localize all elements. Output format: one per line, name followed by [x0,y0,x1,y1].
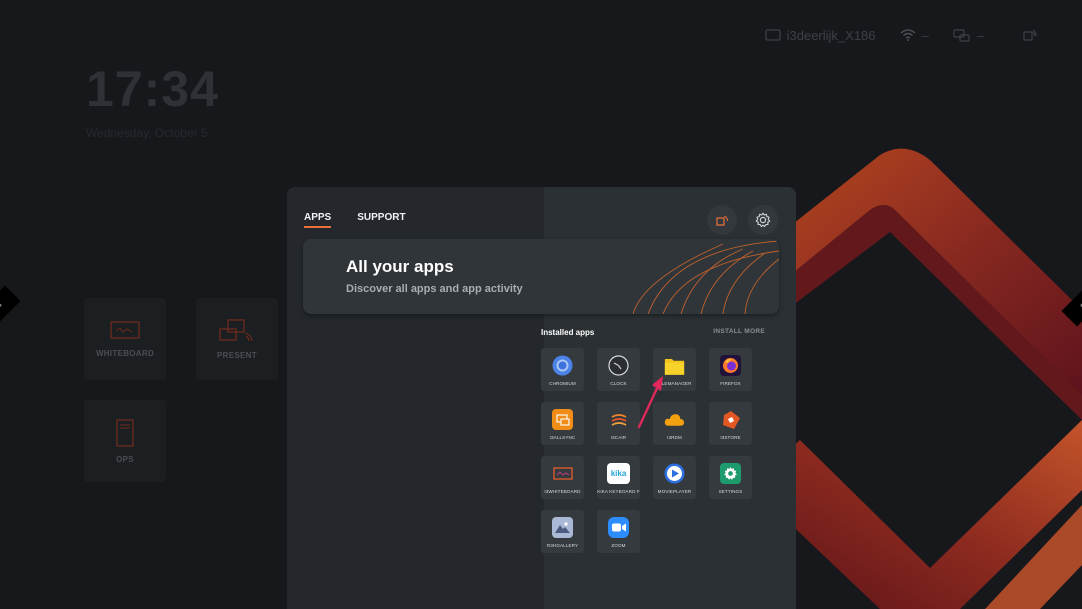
hero-subtitle: Discover all apps and app activity [346,283,523,295]
app-label: I3WHITEBOARD [544,489,581,494]
app-label: KIKA KEYBOARD F [597,489,640,494]
hero-title: All your apps [346,257,454,276]
present-icon [219,318,253,341]
settings-gear-icon [720,463,741,484]
store-icon [720,409,741,430]
device-info[interactable]: i3deerlijk_X186 [764,27,876,43]
app-tile-i3store[interactable]: I3STORE [709,402,752,445]
folder-icon [664,355,685,376]
app-tile-firefox[interactable]: FIREFOX [709,348,752,391]
cast-status[interactable] [1022,28,1038,42]
cast-icon [716,215,729,226]
app-tile-settings[interactable]: SETTINGS [709,456,752,499]
app-label: ZOOM [611,543,626,548]
installed-apps-heading: Installed apps [541,328,595,337]
app-label: I3ALLSYNC [549,435,576,440]
clock-icon [608,355,629,376]
app-tile-zoom[interactable]: ZOOM [597,510,640,553]
tab-support[interactable]: SUPPORT [357,212,405,228]
home-tile-present[interactable]: PRESENT [196,298,278,380]
firefox-icon [720,355,741,376]
screen-share-button[interactable] [707,205,737,235]
device-name: i3deerlijk_X186 [786,27,876,43]
app-tile-kika-keyboard[interactable]: kika KIKA KEYBOARD F [597,456,640,499]
app-tile-i3whiteboard[interactable]: I3WHITEBOARD [541,456,584,499]
cair-icon [608,409,629,430]
app-label: I3STORE [720,435,741,440]
ops-icon [116,418,134,447]
kika-icon-text: kika [610,469,627,478]
annotation-arrow-icon [637,376,663,429]
home-tile-label: PRESENT [217,350,257,360]
gallery-icon [552,517,573,538]
clock-time: 17:34 [86,61,219,117]
wifi-value: – [921,27,929,43]
home-tile-ops[interactable]: OPS [84,400,166,482]
whiteboard-icon [110,320,140,339]
app-label: SETTINGS [718,489,743,494]
home-tile-label: OPS [116,454,134,464]
app-label: FIREFOX [720,381,741,386]
wifi-icon [900,29,916,41]
app-label: MOVIEPLAYER [657,489,692,494]
app-tile-i3cair[interactable]: I3CAIR [597,402,640,445]
tab-apps[interactable]: APPS [304,212,332,228]
network-icon [953,28,970,42]
app-label: CLOCK [610,381,627,386]
network-value: – [976,27,984,43]
app-label: I3RDM [667,435,682,440]
network-status[interactable]: – [953,28,984,43]
play-icon [664,463,685,484]
apps-panel: APPS SUPPORT All your apps Discover all … [287,187,796,609]
display-icon [764,29,781,41]
wifi-status[interactable]: – [900,28,929,43]
home-tile-label: WHITEBOARD [95,348,155,358]
home-tile-whiteboard[interactable]: WHITEBOARD [84,298,166,380]
gear-icon [755,212,771,228]
app-tile-i3allsync[interactable]: I3ALLSYNC [541,402,584,445]
zoom-icon [608,517,629,538]
all-apps-hero-banner[interactable]: All your apps Discover all apps and app … [303,239,779,314]
app-label: R3HGALLERY [546,543,579,548]
app-tile-chromium[interactable]: CHROMIUM [541,348,584,391]
whiteboard-app-icon [552,463,573,484]
clock-date: Wednesday, October 5 [86,126,208,140]
app-tile-gallery[interactable]: R3HGALLERY [541,510,584,553]
hero-decoration-lines [633,240,779,314]
install-more-link[interactable]: INSTALL MORE [713,328,765,335]
chromium-icon [552,355,573,376]
cast-icon [1023,29,1037,41]
panel-tabs: APPS SUPPORT [304,212,406,228]
status-bar: i3deerlijk_X186 – – [764,24,1038,46]
kika-icon: kika [607,463,630,484]
app-tile-clock[interactable]: CLOCK [597,348,640,391]
app-label: I3CAIR [610,435,627,440]
handle-dot [0,303,3,308]
app-label: CHROMIUM [549,381,576,386]
allsync-icon [552,409,573,430]
app-tile-movieplayer[interactable]: MOVIEPLAYER [653,456,696,499]
cloud-icon [664,409,685,430]
settings-button[interactable] [748,205,778,235]
